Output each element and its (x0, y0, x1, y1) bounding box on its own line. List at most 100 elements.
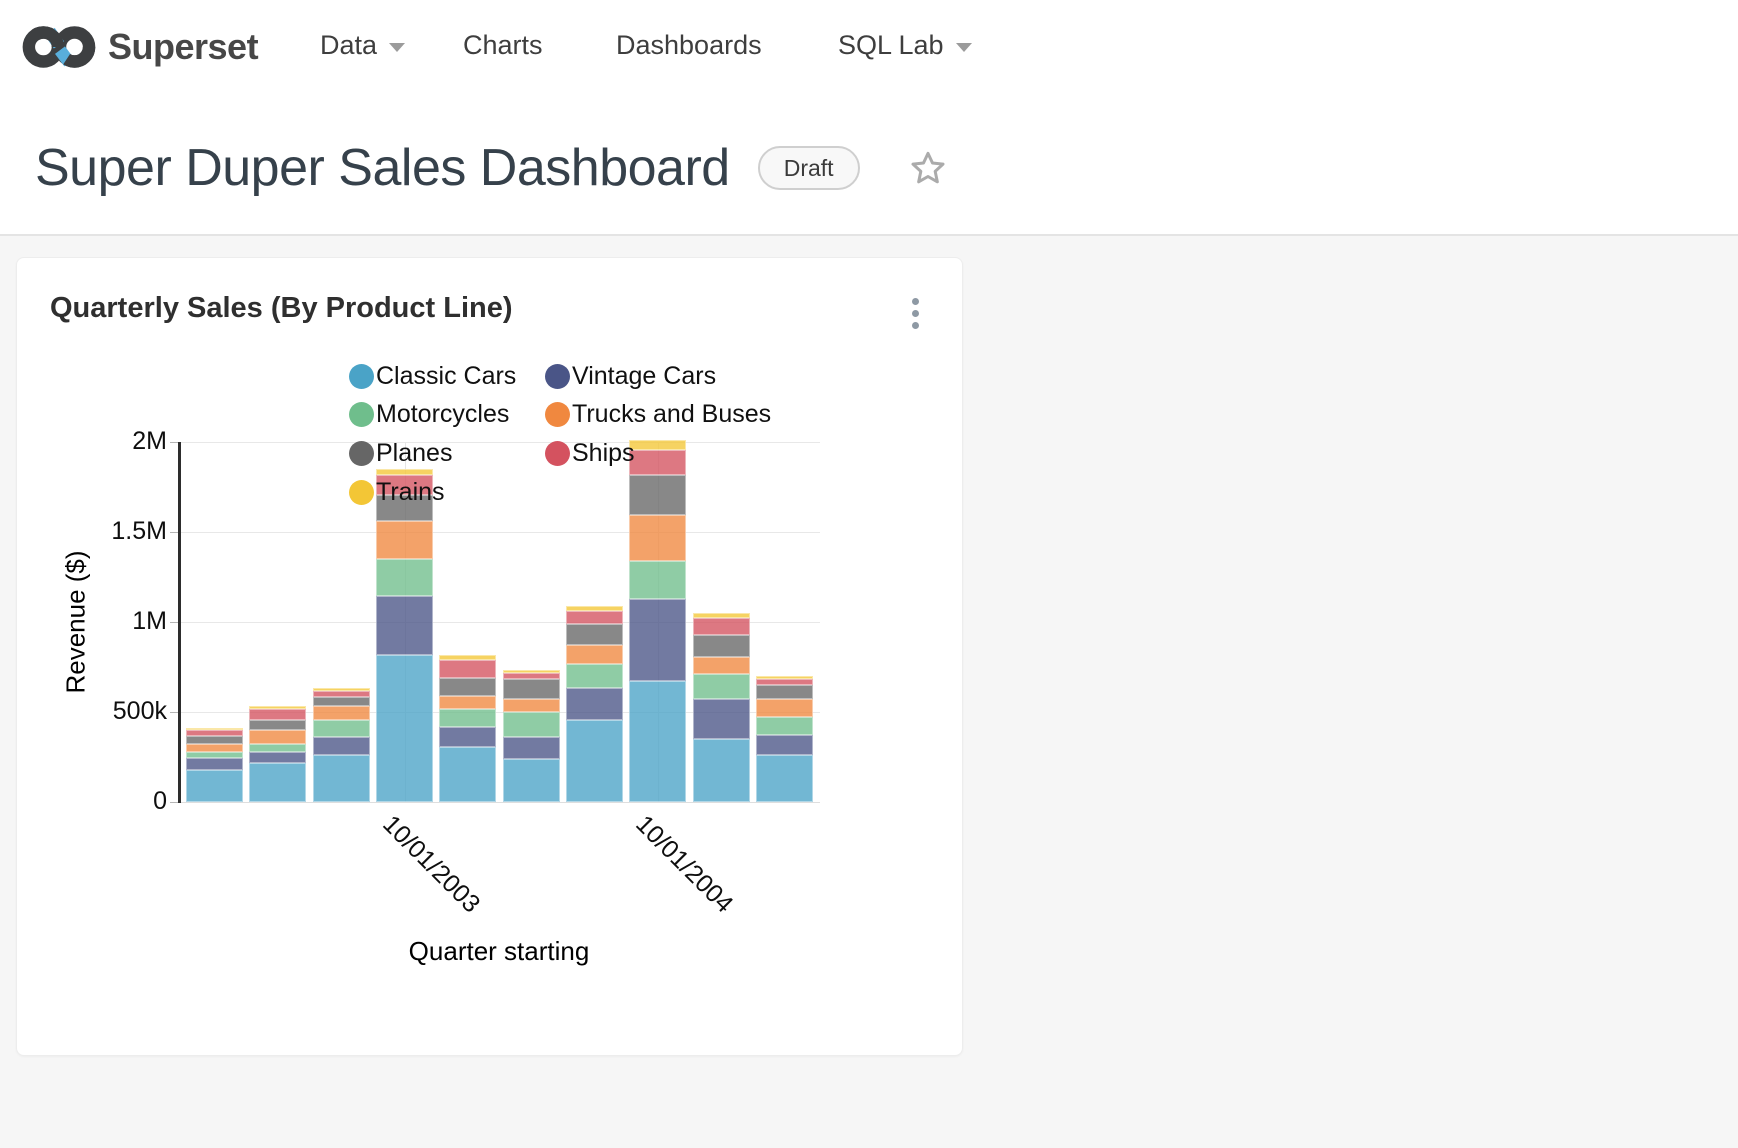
legend-item-classic-cars[interactable]: Classic Cars (349, 357, 545, 396)
page-title: Super Duper Sales Dashboard (35, 138, 730, 198)
nav-item-label: SQL Lab (838, 30, 944, 61)
bar-segment-vintage-cars (313, 737, 370, 755)
bar-segment-motorcycles (249, 744, 306, 752)
y-axis-tick (170, 442, 178, 443)
bar-segment-vintage-cars (503, 737, 560, 759)
bar-segment-trains (439, 655, 496, 659)
bar-segment-motorcycles (629, 561, 686, 599)
nav-item-label: Charts (463, 30, 543, 61)
bar-segment-trucks-and-buses (439, 696, 496, 709)
legend-label: Trains (376, 478, 445, 507)
bar-segment-planes (693, 635, 750, 657)
bar-segment-motorcycles (756, 717, 813, 735)
bar-segment-classic-cars (313, 755, 370, 802)
bar-segment-classic-cars (249, 763, 306, 802)
x-axis-tick-label: 10/01/2003 (376, 810, 485, 919)
bar-segment-ships (249, 709, 306, 720)
bar-segment-ships (693, 618, 750, 635)
y-axis-tick (170, 622, 178, 623)
legend-item-ships[interactable]: Ships (545, 434, 771, 473)
superset-logo[interactable]: Superset (20, 20, 258, 74)
bar-segment-trains (503, 670, 560, 673)
bar-segment-trains (186, 728, 243, 730)
gridline-horizontal (180, 532, 820, 533)
legend-swatch-icon (349, 441, 374, 466)
bar-segment-ships (756, 679, 813, 686)
bar-segment-classic-cars (439, 747, 496, 802)
x-axis-title: Quarter starting (409, 936, 590, 967)
bar-segment-planes (566, 624, 623, 646)
bar-segment-trucks-and-buses (186, 744, 243, 753)
nav-item-sql-lab[interactable]: SQL Lab (838, 30, 972, 61)
bar-segment-vintage-cars (186, 758, 243, 770)
legend-swatch-icon (545, 402, 570, 427)
legend-label: Vintage Cars (572, 362, 716, 391)
bar-segment-vintage-cars (566, 688, 623, 720)
bar-segment-trains (566, 606, 623, 611)
bar-segment-ships (566, 611, 623, 623)
bar-segment-classic-cars (186, 770, 243, 802)
bar-segment-planes (756, 685, 813, 699)
nav-item-dashboards[interactable]: Dashboards (616, 30, 762, 61)
x-axis-tick-label: 10/01/2004 (629, 810, 738, 919)
bar-segment-motorcycles (313, 720, 370, 737)
bar-segment-planes (249, 720, 306, 731)
legend-label: Trucks and Buses (572, 400, 771, 429)
bar-segment-planes (503, 679, 560, 699)
superset-infinity-icon (20, 20, 100, 74)
chart-legend: Classic Cars Vintage Cars Motorcycles Truck… (349, 357, 771, 511)
bar-segment-ships (186, 730, 243, 736)
nav-item-charts[interactable]: Charts (463, 30, 543, 61)
bar-segment-vintage-cars (376, 596, 433, 655)
star-outline-icon[interactable] (908, 148, 948, 188)
bar-segment-vintage-cars (249, 752, 306, 763)
bar-segment-ships (503, 673, 560, 679)
legend-item-trains[interactable]: Trains (349, 473, 545, 512)
legend-label: Ships (572, 439, 635, 468)
status-badge: Draft (758, 146, 860, 190)
quarterly-sales-chart: Revenue ($) Quarter starting Classic Car… (17, 258, 964, 1057)
nav-item-data[interactable]: Data (320, 30, 405, 61)
y-axis-tick-label: 0 (57, 787, 167, 816)
y-axis-tick-label: 500k (57, 697, 167, 726)
legend-label: Planes (376, 439, 452, 468)
legend-label: Motorcycles (376, 400, 509, 429)
bar-segment-trains (313, 688, 370, 691)
caret-down-icon (956, 43, 972, 52)
bar-segment-ships (313, 691, 370, 697)
legend-swatch-icon (349, 480, 374, 505)
bar-segment-motorcycles (693, 674, 750, 699)
y-axis-tick (170, 532, 178, 533)
bar-segment-vintage-cars (756, 735, 813, 754)
legend-swatch-icon (545, 441, 570, 466)
legend-item-vintage-cars[interactable]: Vintage Cars (545, 357, 771, 396)
nav-item-label: Dashboards (616, 30, 762, 61)
bar-segment-trucks-and-buses (629, 515, 686, 562)
bar-segment-motorcycles (503, 712, 560, 737)
bar-segment-classic-cars (503, 759, 560, 802)
legend-swatch-icon (545, 364, 570, 389)
bar-segment-motorcycles (376, 559, 433, 596)
legend-item-motorcycles[interactable]: Motorcycles (349, 396, 545, 435)
bar-segment-trucks-and-buses (756, 699, 813, 717)
bar-segment-motorcycles (566, 664, 623, 687)
bar-segment-motorcycles (186, 752, 243, 758)
bar-segment-vintage-cars (439, 727, 496, 747)
bar-segment-planes (186, 736, 243, 744)
nav-item-label: Data (320, 30, 377, 61)
bar-segment-trains (756, 676, 813, 679)
bar-segment-trucks-and-buses (693, 657, 750, 674)
bar-segment-motorcycles (439, 709, 496, 727)
y-axis-tick-label: 1M (57, 607, 167, 636)
bar-segment-trucks-and-buses (313, 706, 370, 720)
chart-card: Quarterly Sales (By Product Line) Revenu… (16, 257, 963, 1056)
bar-segment-trucks-and-buses (566, 645, 623, 664)
bar-segment-planes (439, 678, 496, 696)
y-axis-tick-label: 1.5M (57, 517, 167, 546)
y-axis-tick-label: 2M (57, 427, 167, 456)
legend-item-trucks-and-buses[interactable]: Trucks and Buses (545, 396, 771, 435)
brand-name: Superset (108, 26, 258, 68)
legend-label: Classic Cars (376, 362, 516, 391)
legend-swatch-icon (349, 364, 374, 389)
legend-item-planes[interactable]: Planes (349, 434, 545, 473)
